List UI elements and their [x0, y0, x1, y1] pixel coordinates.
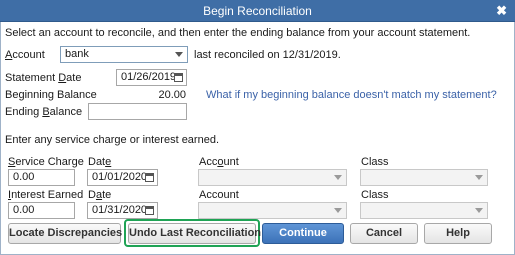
account-dropdown[interactable]: bank: [60, 46, 188, 63]
chevron-down-icon: [475, 208, 483, 213]
help-button[interactable]: Help: [424, 223, 492, 244]
interest-account-dropdown[interactable]: [198, 202, 347, 219]
service-section-heading: Enter any service charge or interest ear…: [5, 134, 220, 146]
interest-date-label: Date: [88, 189, 112, 201]
chevron-down-icon: [475, 175, 483, 180]
calendar-icon[interactable]: [174, 73, 183, 82]
service-class-dropdown[interactable]: [360, 169, 488, 186]
locate-discrepancies-button[interactable]: Locate Discrepancies: [8, 223, 122, 244]
statement-date-value: 01/26/2019: [121, 71, 177, 83]
chevron-down-icon: [334, 175, 342, 180]
statement-date-label: Statement Date: [5, 72, 82, 84]
chevron-down-icon: [175, 52, 183, 57]
interest-earned-input[interactable]: 0.00: [8, 202, 75, 219]
service-charge-input[interactable]: 0.00: [8, 169, 75, 186]
beginning-balance-label: Beginning Balance: [5, 89, 97, 101]
chevron-down-icon: [334, 208, 342, 213]
interest-earned-value: 0.00: [13, 204, 35, 216]
interest-earned-label: Interest Earned: [8, 189, 84, 201]
interest-account-label: Account: [199, 189, 239, 201]
calendar-icon[interactable]: [145, 173, 154, 182]
ending-balance-input[interactable]: [88, 103, 187, 120]
calendar-icon[interactable]: [145, 206, 154, 215]
service-date-label: Date: [88, 156, 112, 168]
undo-last-reconciliation-button[interactable]: Undo Last Reconciliation: [128, 223, 261, 244]
interest-date-field[interactable]: 01/31/2020: [87, 202, 158, 219]
instructions-text: Select an account to reconcile, and then…: [5, 27, 471, 39]
title-bar: Begin Reconciliation ✖: [0, 0, 515, 22]
cancel-button[interactable]: Cancel: [350, 223, 418, 244]
beginning-balance-help-link[interactable]: What if my beginning balance doesn't mat…: [206, 88, 497, 102]
last-reconciled-text: last reconciled on 12/31/2019.: [194, 49, 341, 61]
statement-date-field[interactable]: 01/26/2019: [116, 69, 187, 86]
account-label: Account: [5, 49, 45, 61]
account-label-rest: ccount: [12, 49, 45, 61]
interest-date-value: 01/31/2020: [92, 204, 148, 216]
service-date-value: 01/01/2020: [92, 171, 148, 183]
close-icon[interactable]: ✖: [496, 0, 507, 22]
window-title: Begin Reconciliation: [203, 4, 312, 18]
service-charge-value: 0.00: [13, 171, 35, 183]
interest-class-label: Class: [361, 189, 389, 201]
beginning-balance-value: 20.00: [158, 89, 186, 101]
service-date-field[interactable]: 01/01/2020: [87, 169, 158, 186]
continue-button[interactable]: Continue: [262, 223, 344, 244]
service-class-label: Class: [361, 156, 389, 168]
interest-class-dropdown[interactable]: [360, 202, 488, 219]
service-account-dropdown[interactable]: [198, 169, 347, 186]
ending-balance-label: Ending Balance: [5, 106, 83, 118]
account-value: bank: [65, 48, 89, 60]
service-charge-label: Service Charge: [8, 156, 84, 168]
service-account-label: Account: [199, 156, 239, 168]
